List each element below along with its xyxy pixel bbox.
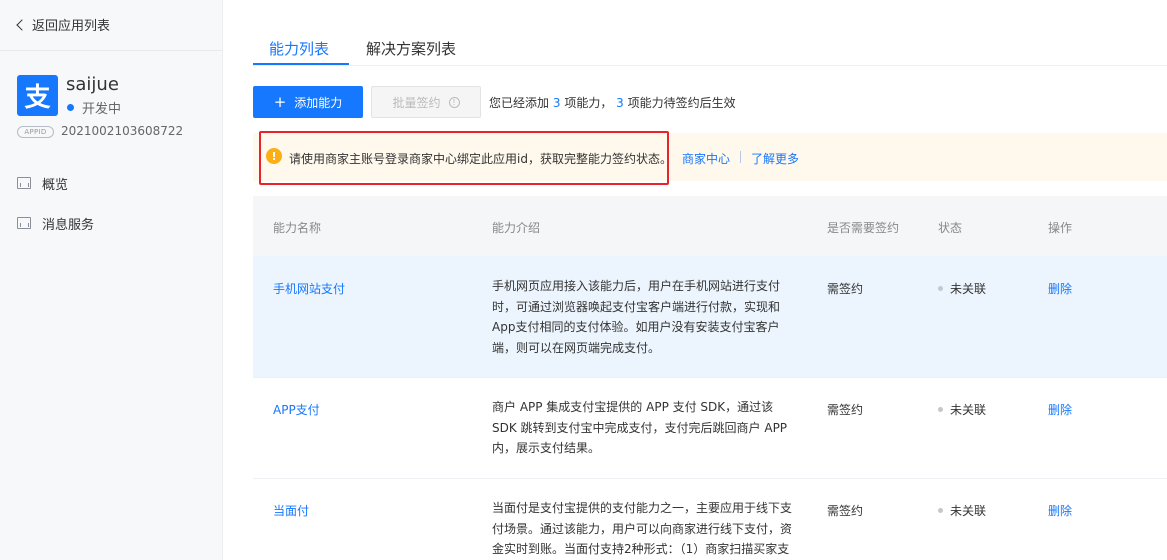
added-count: 3 — [552, 96, 561, 110]
chevron-left-icon — [16, 18, 28, 31]
info-icon: ! — [448, 96, 460, 108]
warning-icon: ! — [266, 148, 282, 164]
sidebar-item-label: 概览 — [42, 177, 69, 193]
sidebar-item-label: 消息服务 — [42, 217, 95, 233]
batch-sign-button[interactable]: 批量签约 ! — [371, 86, 481, 118]
status-dot-icon — [67, 104, 74, 111]
learn-more-link[interactable]: 了解更多 — [751, 150, 799, 167]
back-label: 返回应用列表 — [32, 18, 111, 34]
status-label: 未关联 — [950, 282, 987, 296]
sidebar-item-message-service[interactable]: 消息服务 — [17, 214, 95, 233]
delete-link[interactable]: 删除 — [1048, 502, 1072, 519]
alipay-logo-icon: 支 — [17, 75, 58, 116]
table-header — [253, 196, 1167, 256]
status-badge: 未关联 — [938, 280, 986, 297]
status-badge: 未关联 — [938, 401, 986, 418]
warning-text: 请使用商家主账号登录商家中心绑定此应用id，获取完整能力签约状态。 — [289, 152, 672, 166]
status-badge: 未关联 — [938, 502, 986, 519]
header-status: 状态 — [938, 221, 963, 235]
back-to-app-list-link[interactable]: 返回应用列表 — [16, 15, 111, 34]
app-name: saijue — [66, 74, 119, 95]
merchant-center-link[interactable]: 商家中心 — [682, 150, 730, 167]
overview-icon — [17, 177, 31, 189]
status-label: 未关联 — [950, 504, 987, 518]
warning-glyph: ! — [271, 149, 277, 163]
tab-bar-divider — [253, 65, 1167, 66]
signing-requirement: 需签约 — [827, 403, 864, 417]
status-dot-icon — [938, 407, 943, 412]
tab-solution-list[interactable]: 解决方案列表 — [366, 38, 456, 59]
message-service-icon — [17, 217, 31, 229]
plus-icon: + — [273, 92, 287, 111]
summary-prefix: 您已经添加 — [489, 96, 550, 110]
capability-name[interactable]: 当面付 — [273, 502, 309, 519]
appid-value: 2021002103608722 — [61, 124, 184, 138]
sidebar: 返回应用列表 支 saijue 开发中 APPID 20210021036087… — [0, 0, 223, 560]
capability-description: 商户 APP 集成支付宝提供的 APP 支付 SDK，通过该 SDK 跳转到支付… — [492, 400, 788, 455]
status-dot-icon — [938, 286, 943, 291]
active-tab-indicator — [253, 63, 349, 65]
delete-link[interactable]: 删除 — [1048, 401, 1072, 418]
batch-sign-label: 批量签约 — [392, 95, 441, 110]
sidebar-divider — [0, 50, 223, 51]
app-status: 开发中 — [67, 98, 121, 117]
header-actions: 操作 — [1048, 221, 1073, 235]
add-capability-label: 添加能力 — [294, 95, 343, 110]
capability-name[interactable]: 手机网站支付 — [273, 280, 345, 297]
delete-link[interactable]: 删除 — [1048, 280, 1072, 297]
header-capability-intro: 能力介绍 — [492, 221, 541, 235]
capability-description: 当面付是支付宝提供的支付能力之一，主要应用于线下支付场景。通过该能力，用户可以向… — [492, 501, 792, 556]
summary-mid: 项能力， — [564, 96, 613, 110]
summary-suffix: 项能力待签约后生效 — [627, 96, 736, 110]
capability-summary: 您已经添加 3 项能力， 3 项能力待签约后生效 — [489, 94, 736, 111]
add-capability-button[interactable]: + 添加能力 — [253, 86, 363, 118]
link-separator — [740, 151, 741, 163]
app-status-label: 开发中 — [82, 102, 122, 117]
pending-count: 3 — [616, 96, 624, 110]
capability-name[interactable]: APP支付 — [273, 401, 320, 418]
signing-requirement: 需签约 — [827, 504, 864, 518]
appid-badge: APPID — [17, 126, 54, 138]
status-label: 未关联 — [950, 403, 987, 417]
signing-requirement: 需签约 — [827, 282, 864, 296]
capability-description: 手机网页应用接入该能力后，用户在手机网站进行支付时，可通过浏览器唤起支付宝客户端… — [492, 279, 781, 355]
header-requires-signing: 是否需要签约 — [827, 221, 900, 235]
status-dot-icon — [938, 508, 943, 513]
header-capability-name: 能力名称 — [273, 221, 322, 235]
sidebar-item-overview[interactable]: 概览 — [17, 174, 69, 193]
tab-capability-list[interactable]: 能力列表 — [269, 38, 329, 59]
app-logo-glyph: 支 — [24, 83, 51, 113]
